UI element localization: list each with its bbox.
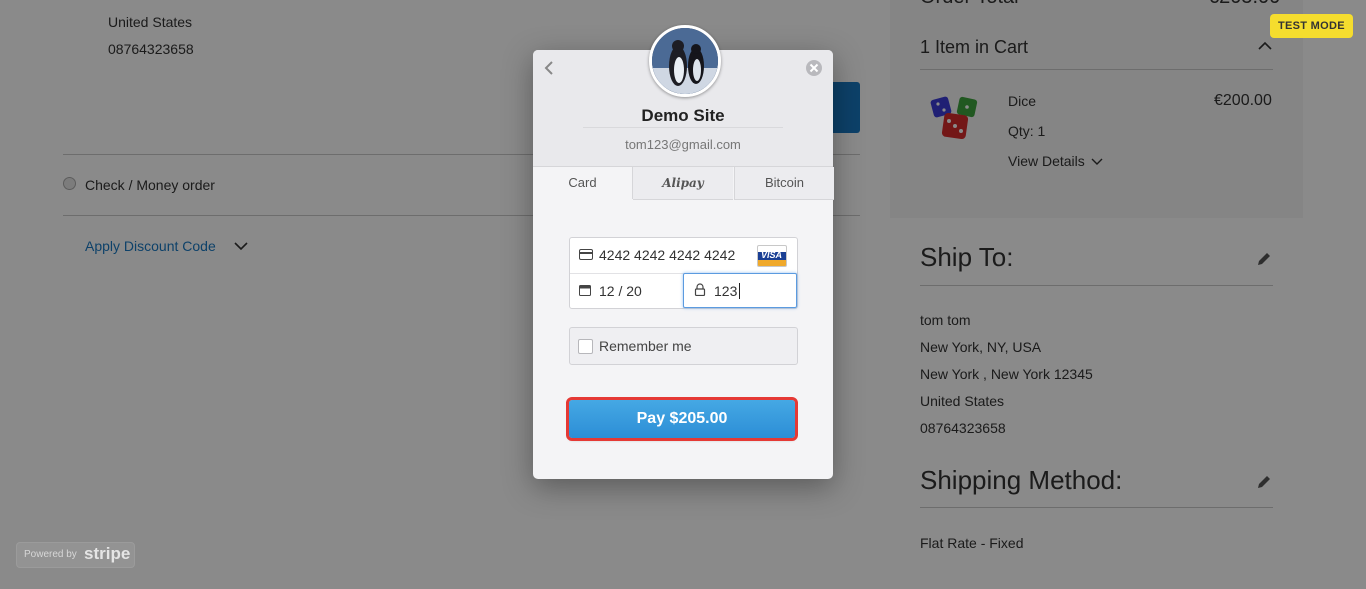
site-logo-avatar [649,25,721,97]
card-fields: 4242 4242 4242 4242 VISA 12 / 20 123 [569,237,798,309]
pay-button[interactable]: Pay $205.00 [566,397,798,441]
visa-brand-icon: VISA [757,245,787,267]
text-cursor [739,283,740,299]
test-mode-badge: TEST MODE [1270,14,1353,38]
cvc-input[interactable]: 123 [714,283,737,299]
header-divider [583,127,783,128]
penguin-logo-icon [652,28,718,94]
site-name: Demo Site [641,106,725,125]
remember-me-row[interactable]: Remember me [569,327,798,365]
payment-tabs: Card Alipay Bitcoin [533,166,834,200]
expiry-input[interactable]: 12 / 20 [599,283,642,299]
back-arrow-icon[interactable] [543,60,555,76]
remember-me-label: Remember me [599,338,692,354]
user-email: tom123@gmail.com [625,137,741,152]
lock-icon [694,283,706,296]
stripe-checkout-modal: Demo Site tom123@gmail.com Card Alipay B… [533,25,834,479]
remember-me-checkbox[interactable] [578,339,593,354]
tab-bitcoin[interactable]: Bitcoin [734,167,834,200]
powered-by-stripe[interactable]: Powered by stripe [16,542,135,568]
close-icon[interactable] [805,59,823,77]
stripe-logo: stripe [84,544,131,563]
credit-card-icon [579,249,593,260]
powered-by-label: Powered by [24,549,77,560]
visa-label: VISA [761,250,783,260]
tab-alipay[interactable]: Alipay [633,167,733,200]
calendar-icon [579,285,591,296]
card-number-input[interactable]: 4242 4242 4242 4242 [599,247,735,263]
tab-card[interactable]: Card [533,167,633,199]
